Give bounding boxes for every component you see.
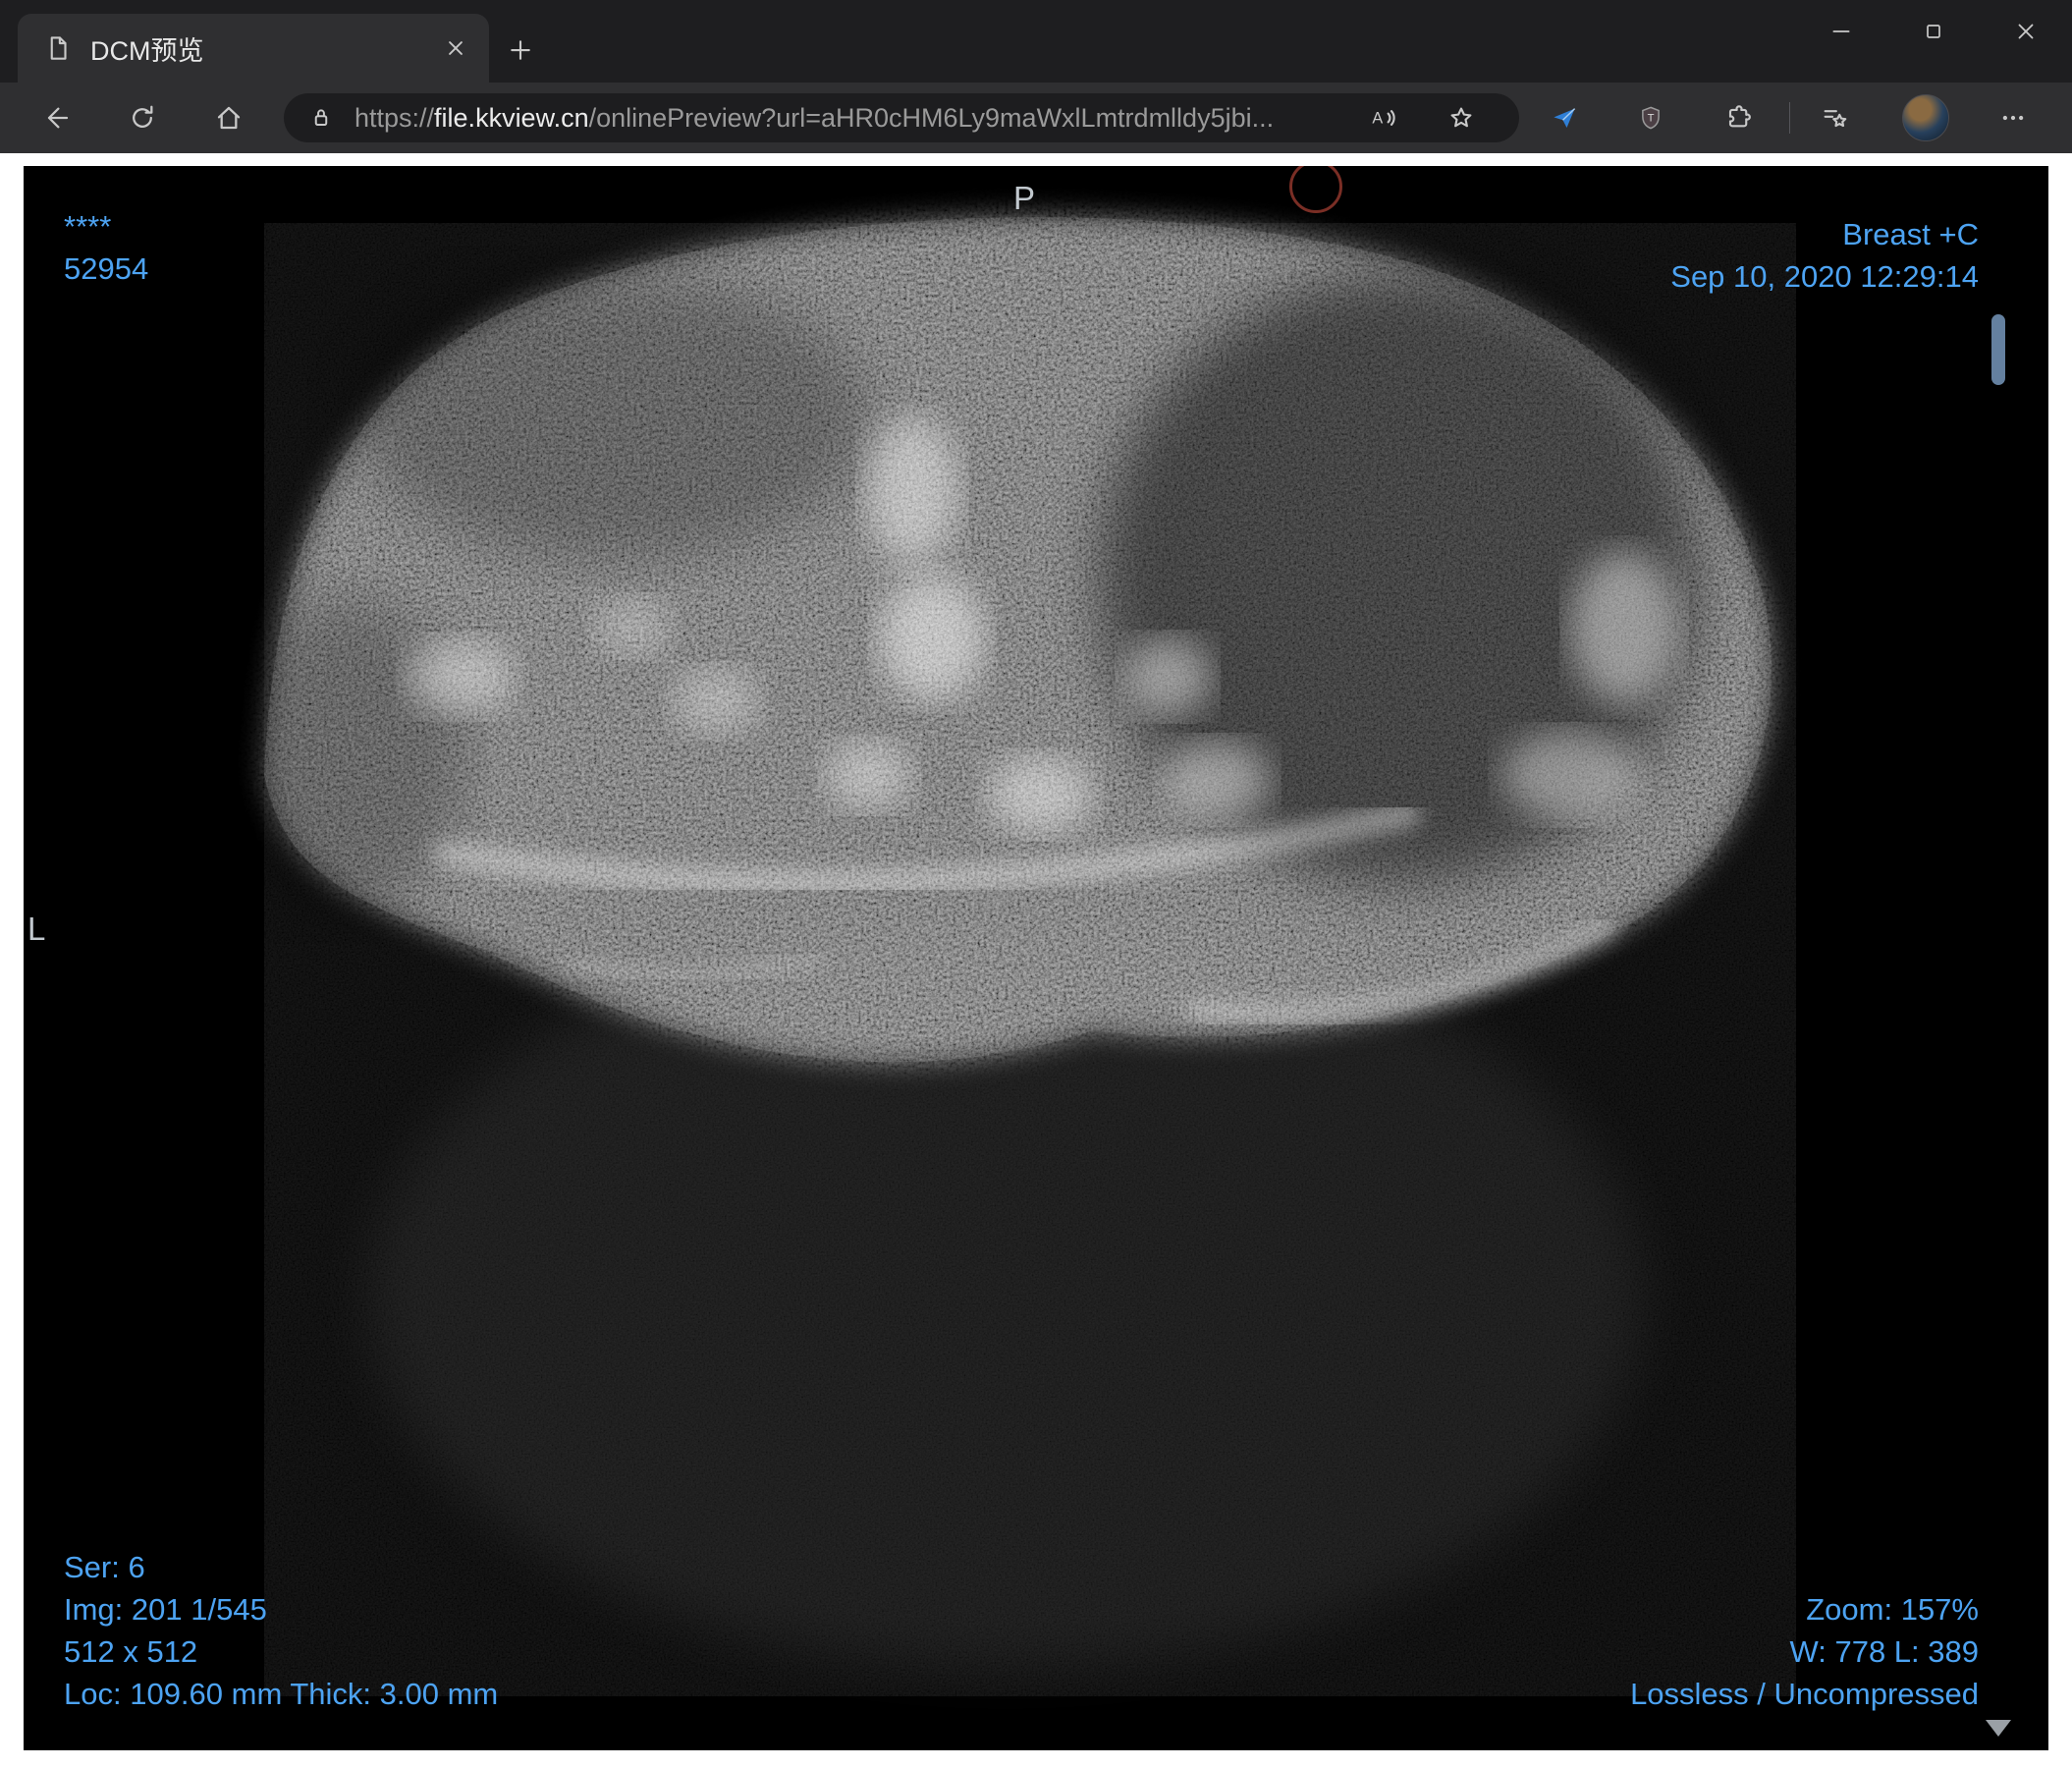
browser-toolbar: https://file.kkview.cn/onlinePreview?url… xyxy=(0,83,2072,153)
avatar[interactable] xyxy=(1902,94,1949,141)
orientation-marker-left: L xyxy=(27,911,46,947)
close-window-button[interactable] xyxy=(1980,0,2072,63)
mri-image[interactable] xyxy=(24,166,2048,1750)
tab-title: DCM预览 xyxy=(90,35,204,66)
svg-text:A: A xyxy=(1372,110,1383,128)
series-info-overlay: Ser: 6 Img: 201 1/545 512 x 512 Loc: 109… xyxy=(64,1546,498,1715)
study-description: Breast +C xyxy=(1842,217,1979,251)
document-icon xyxy=(43,33,73,63)
address-bar[interactable]: https://file.kkview.cn/onlinePreview?url… xyxy=(284,93,1519,142)
read-aloud-icon[interactable]: A xyxy=(1359,94,1406,141)
back-button[interactable] xyxy=(31,92,82,143)
slice-location-thickness: Loc: 109.60 mm Thick: 3.00 mm xyxy=(64,1677,499,1711)
favorites-hub-icon[interactable] xyxy=(1811,94,1858,141)
image-matrix: 512 x 512 xyxy=(64,1634,198,1669)
lock-icon[interactable] xyxy=(307,104,335,132)
tab-strip: DCM预览 xyxy=(0,0,2072,83)
new-tab-button[interactable] xyxy=(497,27,544,74)
window-level: W: 778 L: 389 xyxy=(1789,1634,1979,1669)
browser-tab[interactable]: DCM预览 xyxy=(18,14,489,83)
window-controls xyxy=(1795,0,2072,83)
browser-window: DCM预览 https://file.kkview.cn/onlinePrevi… xyxy=(0,0,2072,1768)
maximize-button[interactable] xyxy=(1887,0,1980,63)
orientation-marker-posterior: P xyxy=(1013,180,1036,216)
url-scheme: https:// xyxy=(354,102,435,133)
display-info-overlay: Zoom: 157% W: 778 L: 389 Lossless / Unco… xyxy=(1630,1588,1979,1715)
scrollbar-thumb[interactable] xyxy=(1991,314,2005,385)
refresh-button[interactable] xyxy=(117,92,168,143)
image-number: Img: 201 1/545 xyxy=(64,1592,267,1627)
more-menu-icon[interactable] xyxy=(1990,94,2037,141)
dicom-viewer[interactable]: **** 52954 Breast +C Sep 10, 2020 12:29:… xyxy=(24,166,2048,1750)
zoom-level: Zoom: 157% xyxy=(1806,1592,1979,1627)
page-content: **** 52954 Breast +C Sep 10, 2020 12:29:… xyxy=(0,153,2072,1768)
tab-close-icon[interactable] xyxy=(434,27,477,70)
series-number: Ser: 6 xyxy=(64,1550,145,1584)
minimize-button[interactable] xyxy=(1795,0,1887,63)
patient-info-overlay: **** 52954 xyxy=(64,205,148,290)
url-host: file.kkview.cn xyxy=(434,102,589,133)
study-datetime: Sep 10, 2020 12:29:14 xyxy=(1670,259,1979,294)
url-path: /onlinePreview?url=aHR0cHM6Ly9maWxlLmtrd… xyxy=(588,102,1275,133)
favorite-star-icon[interactable] xyxy=(1438,94,1485,141)
patient-id-masked: **** xyxy=(64,209,112,244)
shield-extension-icon[interactable]: T xyxy=(1627,94,1674,141)
home-button[interactable] xyxy=(203,92,254,143)
svg-text:T: T xyxy=(1648,113,1655,125)
patient-number: 52954 xyxy=(64,251,149,286)
scroll-down-arrow-icon[interactable] xyxy=(1986,1720,2011,1737)
toolbar-divider xyxy=(1789,102,1790,134)
extensions-puzzle-icon[interactable] xyxy=(1715,94,1762,141)
compression-info: Lossless / Uncompressed xyxy=(1630,1677,1979,1711)
url-text: https://file.kkview.cn/onlinePreview?url… xyxy=(354,103,1274,134)
study-info-overlay: Breast +C Sep 10, 2020 12:29:14 xyxy=(1670,213,1979,298)
blue-extension-icon[interactable] xyxy=(1541,94,1588,141)
